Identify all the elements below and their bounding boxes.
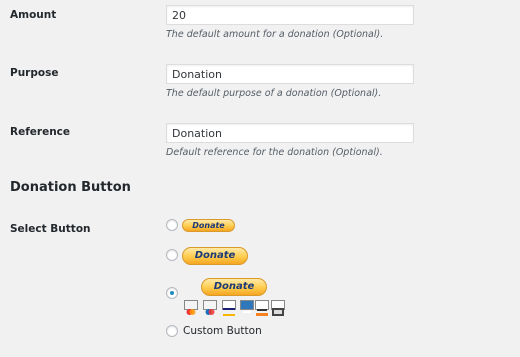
amount-label: Amount xyxy=(10,9,57,21)
amex-icon xyxy=(240,300,254,313)
reference-label: Reference xyxy=(10,126,71,138)
reference-input[interactable] xyxy=(166,123,414,143)
donate-button-small: Donate xyxy=(182,219,235,232)
purpose-label: Purpose xyxy=(10,67,59,79)
donation-button-heading: Donation Button xyxy=(10,180,131,195)
donate-button-medium: Donate xyxy=(182,247,248,265)
mastercard-icon xyxy=(184,300,198,315)
discover-icon xyxy=(255,300,269,316)
purpose-description: The default purpose of a donation (Optio… xyxy=(166,88,382,99)
select-button-label: Select Button xyxy=(10,223,91,235)
maestro-icon xyxy=(203,300,217,315)
radio-custom-button[interactable] xyxy=(166,325,178,337)
amount-description: The default amount for a donation (Optio… xyxy=(166,29,384,40)
bank-icon xyxy=(271,300,285,316)
radio-medium-donate[interactable] xyxy=(166,249,178,261)
visa-icon xyxy=(222,300,236,316)
donate-button-large: Donate xyxy=(201,278,267,296)
radio-large-donate[interactable] xyxy=(166,287,178,299)
amount-input[interactable] xyxy=(166,5,414,25)
custom-button-label: Custom Button xyxy=(183,325,262,337)
reference-description: Default reference for the donation (Opti… xyxy=(166,147,383,158)
radio-small-donate[interactable] xyxy=(166,219,178,231)
purpose-input[interactable] xyxy=(166,64,414,84)
